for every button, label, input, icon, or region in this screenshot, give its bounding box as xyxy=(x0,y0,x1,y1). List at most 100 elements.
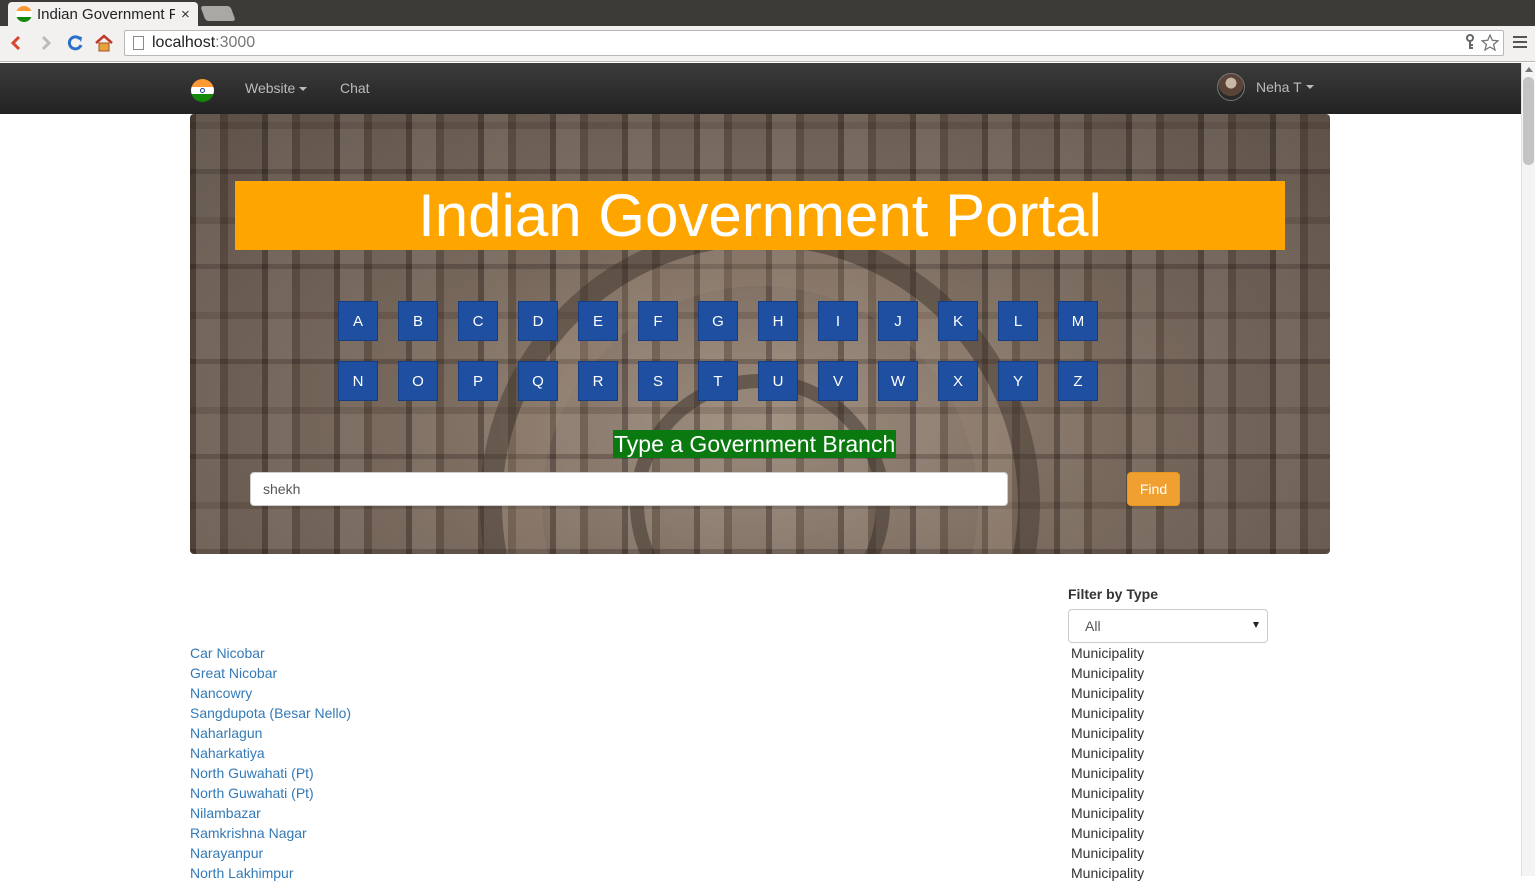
letter-button[interactable]: X xyxy=(938,361,978,401)
result-type: Municipality xyxy=(1071,745,1145,761)
letter-button[interactable]: N xyxy=(338,361,378,401)
india-flag-logo[interactable] xyxy=(191,79,214,102)
app-navbar: Website Chat Neha T xyxy=(0,63,1521,114)
forward-icon[interactable] xyxy=(34,31,58,55)
result-link[interactable]: Car Nicobar xyxy=(190,643,265,663)
search-prompt: Type a Government Branch xyxy=(613,430,897,458)
letter-button[interactable]: H xyxy=(758,301,798,341)
chevron-down-icon xyxy=(299,87,308,92)
result-link[interactable]: Naharlagun xyxy=(190,723,262,743)
result-type: Municipality xyxy=(1071,705,1145,721)
tab-close-icon[interactable]: × xyxy=(181,6,190,23)
letter-button[interactable]: Z xyxy=(1058,361,1098,401)
letter-button[interactable]: C xyxy=(458,301,498,341)
result-link[interactable]: Nilambazar xyxy=(190,803,261,823)
list-item: North Lakhimpur Municipality xyxy=(0,863,1521,883)
list-item: Nilambazar Municipality xyxy=(0,803,1521,823)
letter-button[interactable]: O xyxy=(398,361,438,401)
letter-button[interactable]: U xyxy=(758,361,798,401)
nav-website-label: Website xyxy=(245,80,296,96)
user-name: Neha T xyxy=(1256,79,1302,95)
letter-button[interactable]: B xyxy=(398,301,438,341)
letter-button[interactable]: A xyxy=(338,301,378,341)
list-item: Naharlagun Municipality xyxy=(0,723,1521,743)
filter-selected-value: All xyxy=(1085,618,1101,634)
list-item: North Guwahati (Pt) Municipality xyxy=(0,783,1521,803)
result-link[interactable]: Nancowry xyxy=(190,683,252,703)
result-type: Municipality xyxy=(1071,785,1145,801)
filter-label: Filter by Type xyxy=(1068,586,1158,602)
letter-button[interactable]: P xyxy=(458,361,498,401)
result-type: Municipality xyxy=(1071,765,1145,781)
result-link[interactable]: Naharkatiya xyxy=(190,743,265,763)
list-item: North Guwahati (Pt) Municipality xyxy=(0,763,1521,783)
result-type: Municipality xyxy=(1071,865,1145,881)
new-tab-button[interactable] xyxy=(200,6,236,21)
list-item: Naharkatiya Municipality xyxy=(0,743,1521,763)
list-item: Narayanpur Municipality xyxy=(0,843,1521,863)
home-icon[interactable] xyxy=(92,31,116,55)
avatar xyxy=(1217,73,1245,101)
scroll-up-icon[interactable] xyxy=(1525,67,1533,72)
result-link[interactable]: North Guwahati (Pt) xyxy=(190,783,314,803)
result-type: Municipality xyxy=(1071,685,1145,701)
hero-section: Indian Government Portal A B C D E F G H… xyxy=(190,114,1330,554)
result-link[interactable]: Sangdupota (Besar Nello) xyxy=(190,703,351,723)
nav-website-dropdown[interactable]: Website xyxy=(245,80,308,96)
address-bar[interactable]: localhost:3000 xyxy=(124,30,1504,56)
browser-tab-bar: Indian Government Portal × xyxy=(0,0,1535,26)
menu-icon[interactable] xyxy=(1513,36,1527,51)
find-button[interactable]: Find xyxy=(1127,472,1180,506)
letter-button[interactable]: T xyxy=(698,361,738,401)
title-banner: Indian Government Portal xyxy=(235,181,1285,250)
letter-button[interactable]: D xyxy=(518,301,558,341)
letter-button[interactable]: L xyxy=(998,301,1038,341)
page-scrollbar[interactable] xyxy=(1521,63,1535,876)
tab-title: Indian Government Portal xyxy=(37,5,175,23)
result-link[interactable]: Great Nicobar xyxy=(190,663,277,683)
user-menu[interactable]: Neha T xyxy=(1217,73,1314,101)
list-item: Sangdupota (Besar Nello) Municipality xyxy=(0,703,1521,723)
letter-button[interactable]: M xyxy=(1058,301,1098,341)
key-icon[interactable] xyxy=(1465,34,1475,56)
letter-button[interactable]: W xyxy=(878,361,918,401)
list-item: Nancowry Municipality xyxy=(0,683,1521,703)
letter-button[interactable]: R xyxy=(578,361,618,401)
search-input[interactable] xyxy=(250,472,1008,506)
scroll-thumb[interactable] xyxy=(1523,77,1534,165)
browser-tab[interactable]: Indian Government Portal × xyxy=(8,2,198,26)
letter-row-2: N O P Q R S T U V W X Y Z xyxy=(338,361,1118,401)
letter-button[interactable]: Y xyxy=(998,361,1038,401)
reload-icon[interactable] xyxy=(63,31,87,55)
letter-button[interactable]: S xyxy=(638,361,678,401)
chevron-down-icon xyxy=(1253,622,1259,628)
result-link[interactable]: North Lakhimpur xyxy=(190,863,294,883)
result-type: Municipality xyxy=(1071,645,1145,661)
letter-button[interactable]: G xyxy=(698,301,738,341)
nav-chat[interactable]: Chat xyxy=(340,80,370,96)
result-link[interactable]: Narayanpur xyxy=(190,843,263,863)
letter-button[interactable]: E xyxy=(578,301,618,341)
letter-button[interactable]: Q xyxy=(518,361,558,401)
list-item: Ramkrishna Nagar Municipality xyxy=(0,823,1521,843)
page-icon xyxy=(133,36,144,50)
filter-type-select[interactable]: All xyxy=(1068,609,1268,643)
letter-button[interactable]: J xyxy=(878,301,918,341)
result-type: Municipality xyxy=(1071,805,1145,821)
letter-button[interactable]: I xyxy=(818,301,858,341)
result-type: Municipality xyxy=(1071,725,1145,741)
result-link[interactable]: North Guwahati (Pt) xyxy=(190,763,314,783)
letter-button[interactable]: K xyxy=(938,301,978,341)
url-text: localhost:3000 xyxy=(152,34,256,51)
letter-button[interactable]: V xyxy=(818,361,858,401)
letter-button[interactable]: F xyxy=(638,301,678,341)
results-list: Car Nicobar Municipality Great Nicobar Mun… xyxy=(0,643,1521,883)
list-item: Great Nicobar Municipality xyxy=(0,663,1521,683)
result-link[interactable]: Ramkrishna Nagar xyxy=(190,823,307,843)
back-icon[interactable] xyxy=(4,31,28,55)
india-flag-icon xyxy=(16,6,32,22)
star-icon[interactable] xyxy=(1480,33,1500,56)
result-type: Municipality xyxy=(1071,665,1145,681)
alphabet-index: A B C D E F G H I J K L M N O P Q R S T … xyxy=(338,301,1118,421)
page-title: Indian Government Portal xyxy=(418,181,1102,249)
